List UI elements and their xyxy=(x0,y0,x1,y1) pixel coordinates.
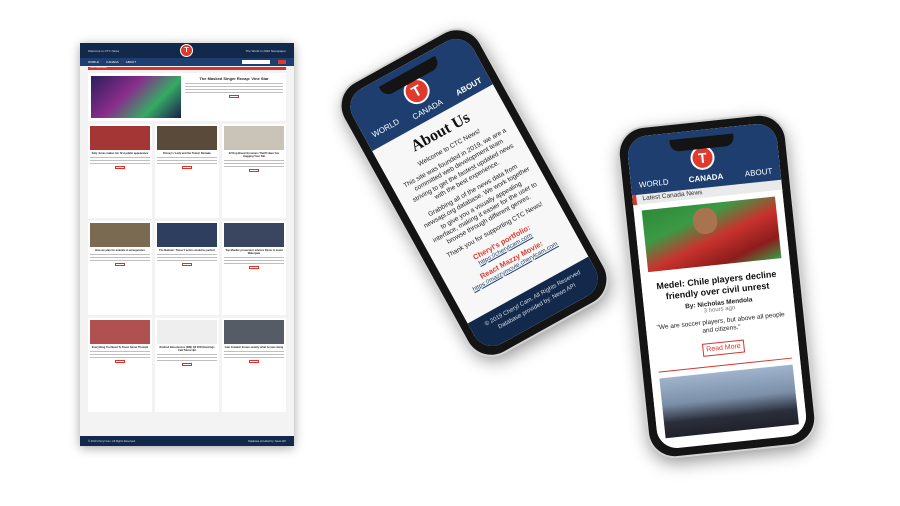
desktop-mockup: Welcome to CTC News The World in 2020 Ne… xyxy=(80,43,294,446)
canada-content: Medel: Chile players decline friendly ov… xyxy=(633,189,807,440)
phone-about-mockup: WORLD CANADA ABOUT T About Us Welcome to… xyxy=(332,20,616,365)
desktop-footer: © 2019 Cheryl Cam. All Rights Reserved. … xyxy=(80,436,294,446)
tab-about[interactable]: ABOUT xyxy=(744,167,772,179)
article-image[interactable] xyxy=(641,196,782,273)
news-card[interactable]: Kindred Biosciences (KIN) Q3 2019 Earnin… xyxy=(155,318,219,412)
desktop-search-input[interactable] xyxy=(242,60,270,64)
news-card[interactable]: 22 Dog Breed Groomers That'll Have You H… xyxy=(222,124,286,218)
desktop-tagline: The World in 2020 Newspaper xyxy=(245,48,286,53)
tab-world[interactable]: WORLD xyxy=(370,117,400,139)
phone-canada-mockup: WORLD CANADA ABOUT T Latest Canada News … xyxy=(617,113,817,459)
logo-icon[interactable]: T xyxy=(180,44,193,57)
tab-canada[interactable]: CANADA xyxy=(688,172,723,185)
news-card[interactable]: Top Mueller prosecutor advises Dems to a… xyxy=(222,221,286,315)
desktop-welcome: Welcome to CTC News xyxy=(88,48,120,53)
canada-screen: WORLD CANADA ABOUT T Latest Canada News … xyxy=(625,122,809,450)
news-card[interactable]: Disney's 'Lady and the Tramp' Remake xyxy=(155,124,219,218)
feature-title: The Masked Singer Recap: Vine Star xyxy=(199,76,269,81)
desktop-topbar: Welcome to CTC News The World in 2020 Ne… xyxy=(80,43,294,58)
tab-world[interactable]: WORLD xyxy=(639,178,670,190)
news-card[interactable]: Everything You Need To Know About Triump… xyxy=(88,318,152,412)
desktop-section-bar: Latest World News xyxy=(88,67,286,70)
read-more-button[interactable] xyxy=(229,95,239,98)
desktop-card-grid: Katy Jones makes her first public appear… xyxy=(88,124,286,412)
news-card[interactable]: Ivan Grealish knows exactly what he was … xyxy=(222,318,286,412)
desktop-nav: WORLD CANADA ABOUT xyxy=(80,58,294,66)
desktop-nav-canada[interactable]: CANADA xyxy=(106,60,119,64)
news-card[interactable]: Katy Jones makes her first public appear… xyxy=(88,124,152,218)
desktop-credit: Database provided by: News API xyxy=(248,439,286,443)
desktop-nav-about[interactable]: ABOUT xyxy=(126,60,136,64)
feature-image xyxy=(91,76,181,118)
desktop-search-button[interactable] xyxy=(278,60,286,64)
news-card[interactable]: How we plan for animals in emergencies xyxy=(88,221,152,315)
about-screen: WORLD CANADA ABOUT T About Us Welcome to… xyxy=(343,31,605,354)
desktop-nav-world[interactable]: WORLD xyxy=(88,60,99,64)
desktop-copyright: © 2019 Cheryl Cam. All Rights Reserved. xyxy=(88,439,136,443)
desktop-feature-card[interactable]: The Masked Singer Recap: Vine Star xyxy=(88,73,286,121)
article-image-2[interactable] xyxy=(659,364,799,439)
news-card[interactable]: The Batman: These 5 actors would be perf… xyxy=(155,221,219,315)
read-more-button[interactable]: Read More xyxy=(702,339,746,358)
